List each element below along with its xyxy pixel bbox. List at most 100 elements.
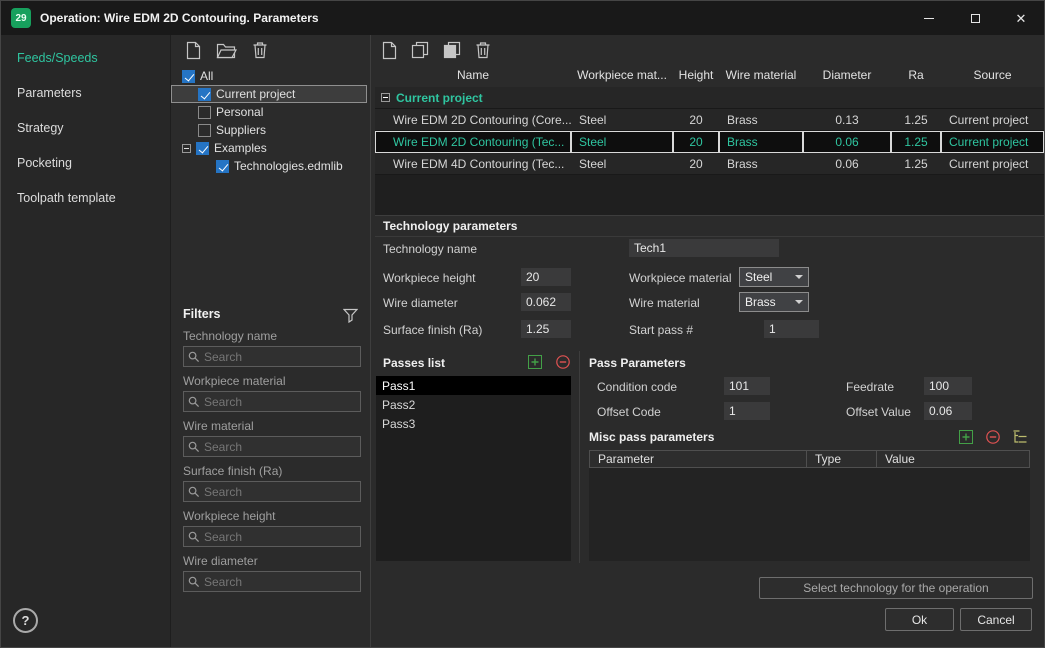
parameter-tree-button[interactable] bbox=[1012, 429, 1028, 444]
column-header-workpiece-material[interactable]: Workpiece mat... bbox=[571, 63, 673, 87]
feedrate-input[interactable] bbox=[924, 377, 972, 395]
sidebar-item-strategy[interactable]: Strategy bbox=[1, 110, 170, 145]
select-technology-button[interactable]: Select technology for the operation bbox=[759, 577, 1033, 599]
search-input[interactable] bbox=[204, 485, 356, 499]
app-logo-icon: 29 bbox=[11, 8, 31, 28]
add-misc-parameter-button[interactable] bbox=[959, 430, 973, 444]
new-library-button[interactable] bbox=[185, 41, 201, 60]
wire-material-search[interactable] bbox=[183, 436, 361, 457]
pass-item[interactable]: Pass2 bbox=[376, 395, 571, 414]
add-pass-button[interactable] bbox=[528, 355, 542, 369]
search-input[interactable] bbox=[204, 440, 356, 454]
tree-item-suppliers[interactable]: Suppliers bbox=[171, 121, 367, 139]
checkbox-checked-icon[interactable] bbox=[196, 142, 209, 155]
column-header-name[interactable]: Name bbox=[375, 63, 571, 87]
chevron-down-icon bbox=[795, 275, 803, 279]
column-header-ra[interactable]: Ra bbox=[891, 63, 941, 87]
checkbox-checked-icon[interactable] bbox=[182, 70, 195, 83]
tree-item-examples[interactable]: Examples bbox=[171, 139, 367, 157]
sidebar-item-pocketing[interactable]: Pocketing bbox=[1, 145, 170, 180]
technology-name-label: Technology name bbox=[383, 242, 477, 256]
column-header-diameter[interactable]: Diameter bbox=[803, 63, 891, 87]
table-group-row[interactable]: Current project bbox=[375, 87, 1044, 109]
technology-name-search[interactable] bbox=[183, 346, 361, 367]
filter-wire-material: Wire material bbox=[183, 419, 361, 457]
workpiece-height-search[interactable] bbox=[183, 526, 361, 547]
minimize-button[interactable] bbox=[906, 1, 952, 35]
misc-table-header: Parameter Type Value bbox=[589, 450, 1030, 468]
delete-technology-button[interactable] bbox=[475, 41, 491, 59]
workpiece-material-search[interactable] bbox=[183, 391, 361, 412]
save-technology-button[interactable] bbox=[443, 41, 461, 59]
checkbox-unchecked-icon[interactable] bbox=[198, 106, 211, 119]
tree-item-current-project[interactable]: Current project bbox=[171, 85, 367, 103]
wire-diameter-label: Wire diameter bbox=[383, 296, 458, 310]
tree-item-technologies-edmlib[interactable]: Technologies.edmlib bbox=[171, 157, 367, 175]
surface-finish-input[interactable] bbox=[521, 320, 571, 338]
collapse-icon[interactable] bbox=[182, 144, 191, 153]
wire-diameter-search[interactable] bbox=[183, 571, 361, 592]
collapse-icon[interactable] bbox=[381, 93, 390, 102]
checkbox-unchecked-icon[interactable] bbox=[198, 124, 211, 137]
tree-item-all[interactable]: All bbox=[171, 67, 367, 85]
tree-item-personal[interactable]: Personal bbox=[171, 103, 367, 121]
misc-column-parameter[interactable]: Parameter bbox=[590, 451, 807, 467]
workpiece-material-select[interactable]: Steel bbox=[739, 267, 809, 287]
wire-diameter-input[interactable] bbox=[521, 293, 571, 311]
checkbox-checked-icon[interactable] bbox=[198, 88, 211, 101]
offset-value-input[interactable] bbox=[924, 402, 972, 420]
open-library-button[interactable] bbox=[216, 42, 237, 59]
wire-material-select[interactable]: Brass bbox=[739, 292, 809, 312]
pass-item[interactable]: Pass3 bbox=[376, 414, 571, 433]
search-input[interactable] bbox=[204, 395, 356, 409]
sidebar-item-feeds-speeds[interactable]: Feeds/Speeds bbox=[1, 40, 170, 75]
pass-item-selected[interactable]: Pass1 bbox=[376, 376, 571, 395]
pass-parameters-title: Pass Parameters bbox=[589, 356, 686, 370]
workpiece-height-label: Workpiece height bbox=[383, 271, 476, 285]
offset-code-input[interactable] bbox=[724, 402, 770, 420]
column-header-source[interactable]: Source bbox=[941, 63, 1044, 87]
column-header-wire-material[interactable]: Wire material bbox=[719, 63, 803, 87]
table-row[interactable]: Wire EDM 2D Contouring (Core... Steel 20… bbox=[375, 109, 1044, 131]
table-row-selected[interactable]: Wire EDM 2D Contouring (Tec... Steel 20 … bbox=[375, 131, 1044, 153]
ok-button[interactable]: Ok bbox=[885, 608, 954, 631]
close-button[interactable]: ✕ bbox=[998, 1, 1044, 35]
sidebar-item-parameters[interactable]: Parameters bbox=[1, 75, 170, 110]
cell-material: Steel bbox=[571, 153, 673, 175]
technology-name-input[interactable] bbox=[629, 239, 779, 257]
trash-icon bbox=[252, 41, 268, 59]
minimize-icon bbox=[924, 18, 934, 19]
checkbox-checked-icon[interactable] bbox=[216, 160, 229, 173]
tree-label: Current project bbox=[216, 87, 295, 101]
maximize-button[interactable] bbox=[952, 1, 998, 35]
sidebar-item-toolpath-template[interactable]: Toolpath template bbox=[1, 180, 170, 215]
workpiece-material-label: Workpiece material bbox=[629, 271, 731, 285]
misc-column-type[interactable]: Type bbox=[807, 451, 877, 467]
search-input[interactable] bbox=[204, 350, 356, 364]
remove-pass-button[interactable] bbox=[556, 355, 570, 369]
start-pass-input[interactable] bbox=[764, 320, 819, 338]
window-title: Operation: Wire EDM 2D Contouring. Param… bbox=[40, 11, 319, 25]
help-button[interactable]: ? bbox=[13, 608, 38, 633]
cell-name: Wire EDM 4D Contouring (Tec... bbox=[375, 153, 571, 175]
surface-finish-search[interactable] bbox=[183, 481, 361, 502]
condition-code-input[interactable] bbox=[724, 377, 770, 395]
copy-technology-button[interactable] bbox=[411, 41, 429, 59]
cell-diameter: 0.06 bbox=[803, 153, 891, 175]
delete-library-button[interactable] bbox=[252, 41, 268, 59]
table-header-row: Name Workpiece mat... Height Wire materi… bbox=[375, 63, 1044, 87]
search-input[interactable] bbox=[204, 530, 356, 544]
remove-misc-parameter-button[interactable] bbox=[986, 430, 1000, 444]
misc-table-body[interactable] bbox=[589, 468, 1030, 561]
offset-value-label: Offset Value bbox=[846, 405, 911, 419]
filter-label: Wire material bbox=[183, 419, 361, 434]
workpiece-height-input[interactable] bbox=[521, 268, 571, 286]
new-technology-button[interactable] bbox=[381, 41, 397, 60]
column-header-height[interactable]: Height bbox=[673, 63, 719, 87]
misc-column-value[interactable]: Value bbox=[877, 451, 1029, 467]
search-input[interactable] bbox=[204, 575, 356, 589]
filter-icon[interactable] bbox=[343, 308, 358, 323]
cancel-button[interactable]: Cancel bbox=[960, 608, 1032, 631]
copy-icon bbox=[411, 41, 429, 59]
table-row[interactable]: Wire EDM 4D Contouring (Tec... Steel 20 … bbox=[375, 153, 1044, 175]
